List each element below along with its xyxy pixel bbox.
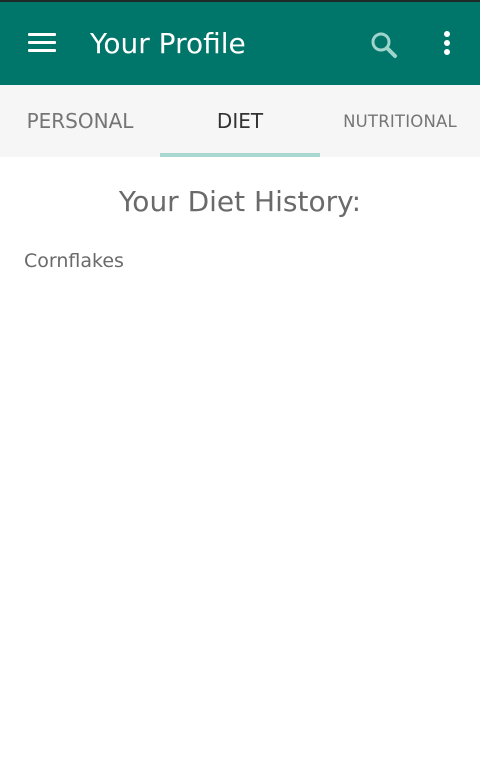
tab-diet[interactable]: DIET <box>160 85 320 157</box>
list-item[interactable]: Cornflakes <box>24 246 124 276</box>
tab-personal[interactable]: PERSONAL <box>0 85 160 157</box>
diet-history-list: Cornflakes <box>24 246 124 276</box>
search-icon[interactable] <box>370 31 398 59</box>
page-title: Your Profile <box>90 27 246 60</box>
app-bar: Your Profile <box>0 0 480 85</box>
diet-history-heading: Your Diet History: <box>118 185 362 218</box>
selected-tab-indicator <box>160 153 320 157</box>
tab-bar: PERSONAL DIET NUTRITIONAL <box>0 85 480 157</box>
more-vert-icon[interactable] <box>436 30 458 58</box>
tab-nutritional[interactable]: NUTRITIONAL <box>320 85 480 157</box>
menu-icon[interactable] <box>28 33 56 53</box>
